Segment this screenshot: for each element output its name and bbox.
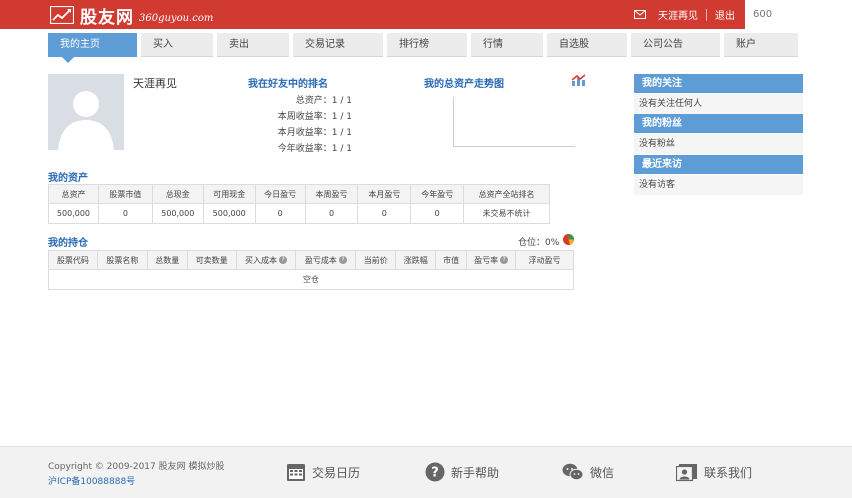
icp-link[interactable]: 沪ICP备10088888号: [48, 474, 135, 487]
holdings-header-row: 股票代码 股票名称 总数量 可卖数量 买入成本? 盈亏成本? 当前价 涨跌幅 市…: [48, 250, 574, 270]
profile-name: 天涯再见: [133, 77, 177, 90]
header-divider: [706, 8, 707, 21]
contact-card-icon: [676, 464, 697, 482]
holdings-col-header: 浮动盈亏: [515, 250, 574, 270]
holdings-empty-row: 空仓: [48, 269, 574, 290]
holdings-col-header-buy-cost: 买入成本?: [235, 250, 297, 270]
question-icon: ?: [425, 462, 445, 482]
tab-announcements[interactable]: 公司公告: [631, 33, 720, 57]
assets-value-row: 500,000 0 500,000 500,000 0 0 0 0 未交易不统计: [48, 203, 550, 224]
asset-total-cash: 500,000: [151, 203, 204, 224]
help-icon[interactable]: ?: [338, 256, 347, 264]
rank-year-return: 今年收益率：1 / 1: [277, 144, 352, 154]
footer-link-label: 联系我们: [704, 465, 753, 480]
holdings-col-header: 股票名称: [96, 250, 148, 270]
tab-home[interactable]: 我的主页: [48, 33, 137, 63]
logo-domain: 360guyou.com: [139, 12, 214, 24]
tab-buy[interactable]: 买入: [141, 33, 213, 57]
friends-rank-title: 我在好友中的排名: [248, 79, 328, 90]
sidebar-fans-title: 我的粉丝: [634, 114, 803, 133]
trend-chart-icon[interactable]: [572, 74, 585, 86]
asset-site-rank: 未交易不统计: [463, 203, 550, 224]
rank-total-assets: 总资产：1 / 1: [295, 96, 352, 106]
footer-contact-us[interactable]: 联系我们: [676, 461, 752, 483]
holdings-title: 我的持仓: [48, 238, 88, 249]
asset-month-pnl: 0: [357, 203, 412, 224]
holdings-col-header: 股票代码: [48, 250, 98, 270]
sidebar-following-title: 我的关注: [634, 74, 803, 93]
assets-header-row: 总资产 股票市值 总现金 可用现金 今日盈亏 本周盈亏 本月盈亏 今年盈亏 总资…: [48, 184, 550, 204]
help-icon[interactable]: ?: [279, 256, 288, 264]
asset-today-pnl: 0: [254, 203, 306, 224]
asset-trend-chart: [453, 97, 575, 147]
footer-link-label: 新手帮助: [451, 465, 500, 480]
assets-col-header: 今年盈亏: [410, 184, 465, 204]
logout-link[interactable]: 退出: [715, 7, 735, 22]
asset-stock-value: 0: [97, 203, 153, 224]
assets-col-header: 可用现金: [202, 184, 256, 204]
avatar[interactable]: [48, 74, 124, 150]
wechat-icon: [562, 463, 584, 481]
holdings-col-header: 当前价: [355, 250, 397, 270]
tab-account[interactable]: 账户: [724, 33, 798, 57]
buy-cost-label: 买入成本: [245, 255, 278, 265]
assets-col-header: 总资产: [48, 184, 99, 204]
search-input[interactable]: [745, 0, 852, 29]
asset-year-pnl: 0: [410, 203, 465, 224]
assets-col-header: 今日盈亏: [254, 184, 306, 204]
holdings-table: 股票代码 股票名称 总数量 可卖数量 买入成本? 盈亏成本? 当前价 涨跌幅 市…: [48, 250, 574, 290]
asset-week-pnl: 0: [304, 203, 359, 224]
footer-beginner-help[interactable]: ? 新手帮助: [425, 461, 499, 483]
tab-sell[interactable]: 卖出: [217, 33, 289, 57]
holdings-col-header-pnl-cost: 盈亏成本?: [295, 250, 357, 270]
calendar-icon: [287, 464, 305, 481]
default-avatar-icon: [48, 74, 124, 150]
holdings-col-header: 涨跌幅: [395, 250, 437, 270]
tab-market[interactable]: 行情: [471, 33, 543, 57]
assets-col-header: 本周盈亏: [304, 184, 359, 204]
footer-link-label: 交易日历: [312, 465, 361, 480]
main-nav: 我的主页 买入 卖出 交易记录 排行榜 行情 自选股 公司公告 账户: [48, 33, 800, 63]
holdings-col-header-pnl-rate: 盈亏率?: [466, 250, 517, 270]
sidebar-fans-empty: 没有粉丝: [634, 134, 803, 154]
top-header: 股友网 360guyou.com 天涯再见 退出: [0, 0, 852, 29]
copyright: Copyright © 2009-2017 股友网 模拟炒股: [48, 462, 225, 472]
holdings-col-header: 市值: [435, 250, 468, 270]
assets-col-header: 本月盈亏: [357, 184, 412, 204]
assets-col-header: 总资产全站排名: [463, 184, 550, 204]
footer-link-label: 微信: [590, 465, 615, 480]
asset-total: 500,000: [48, 203, 99, 224]
rank-month-return: 本月收益率：1 / 1: [277, 128, 352, 138]
tab-watchlist[interactable]: 自选股: [547, 33, 627, 57]
rank-week-return: 本周收益率：1 / 1: [277, 112, 352, 122]
tab-trade-records[interactable]: 交易记录: [293, 33, 383, 57]
sidebar-visitors-title: 最近来访: [634, 155, 803, 174]
sidebar-following-empty: 没有关注任何人: [634, 94, 803, 114]
holdings-col-header: 可卖数量: [186, 250, 237, 270]
footer-wechat[interactable]: 微信: [562, 461, 614, 483]
assets-col-header: 股票市值: [97, 184, 153, 204]
assets-title: 我的资产: [48, 173, 88, 184]
pnl-rate-label: 盈亏率: [474, 255, 499, 265]
svg-text:?: ?: [431, 466, 439, 481]
tab-ranking[interactable]: 排行榜: [387, 33, 467, 57]
asset-trend-title: 我的总资产走势图: [424, 79, 504, 90]
site-logo[interactable]: 股友网 360guyou.com: [50, 4, 214, 28]
chart-logo-icon: [50, 6, 74, 24]
holdings-empty-text: 空仓: [48, 269, 574, 290]
assets-table: 总资产 股票市值 总现金 可用现金 今日盈亏 本周盈亏 本月盈亏 今年盈亏 总资…: [48, 184, 550, 224]
logo-text: 股友网: [80, 7, 134, 28]
pnl-cost-label: 盈亏成本: [304, 255, 337, 265]
asset-available-cash: 500,000: [202, 203, 256, 224]
assets-col-header: 总现金: [151, 184, 204, 204]
footer: Copyright © 2009-2017 股友网 模拟炒股 沪ICP备1008…: [0, 446, 852, 498]
holdings-col-header: 总数量: [146, 250, 188, 270]
sidebar-visitors-empty: 没有访客: [634, 175, 803, 195]
footer-trade-calendar[interactable]: 交易日历: [286, 461, 360, 483]
position-ratio: 仓位：0%: [518, 238, 560, 248]
mail-icon[interactable]: [634, 10, 646, 19]
help-icon[interactable]: ?: [500, 256, 509, 264]
header-username-link[interactable]: 天涯再见: [658, 7, 698, 22]
pie-chart-icon[interactable]: [563, 234, 574, 245]
